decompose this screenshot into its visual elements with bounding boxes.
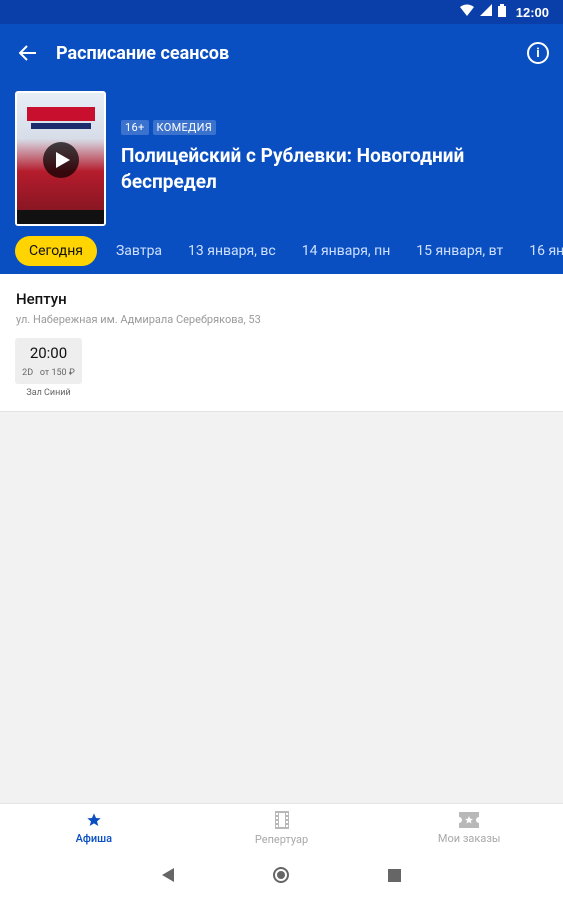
cinema-card: Нептун ул. Набережная им. Адмирала Сереб… [0, 274, 563, 412]
info-icon: i [536, 45, 540, 61]
triangle-back-icon [162, 868, 174, 882]
star-icon [87, 813, 101, 826]
info-button[interactable]: i [527, 42, 549, 64]
bottom-navigation: Афиша Репертуар Мои заказы [0, 803, 563, 853]
square-recents-icon [388, 869, 401, 882]
nav-label-orders: Мои заказы [437, 832, 501, 845]
home-circle-icon [273, 866, 289, 883]
system-recents-button[interactable] [388, 867, 401, 886]
status-time: 12:00 [515, 4, 549, 20]
movie-poster[interactable] [15, 91, 106, 226]
nav-item-repertoire[interactable]: Репертуар [188, 804, 376, 853]
system-navigation-bar [0, 853, 563, 900]
date-tab-jan-14[interactable]: 14 января, пн [289, 236, 404, 266]
play-icon [55, 152, 70, 168]
age-rating-badge: 16+ [121, 120, 149, 135]
schedule-header: Расписание сеансов i 16+ КОМЕДИЯ Полицей… [0, 24, 563, 274]
cinema-address: ул. Набережная им. Адмирала Серебрякова,… [16, 313, 261, 326]
signal-icon [479, 4, 492, 20]
cinema-name[interactable]: Нептун [16, 290, 67, 308]
genre-badge: КОМЕДИЯ [152, 120, 217, 135]
film-icon [274, 811, 289, 829]
session-button[interactable]: 20:00 2D от 150 ₽ [15, 338, 82, 384]
date-tabs: Сегодня Завтра 13 января, вс 14 января, … [15, 236, 563, 266]
movie-title: Полицейский с Рублевки: Новогодний беспр… [121, 144, 465, 193]
nav-label-repertoire: Репертуар [254, 833, 309, 846]
ticket-icon [459, 812, 480, 828]
date-tab-jan-13[interactable]: 13 января, вс [175, 236, 289, 266]
page-title: Расписание сеансов [56, 42, 230, 64]
movie-tags: 16+ КОМЕДИЯ [121, 120, 548, 135]
poster-bottom-strip [17, 210, 104, 224]
session-hall: Зал Синий [26, 388, 71, 398]
back-button[interactable] [14, 39, 42, 67]
status-bar: 12:00 [0, 0, 563, 24]
date-tab-tomorrow[interactable]: Завтра [103, 236, 175, 266]
system-home-button[interactable] [272, 866, 290, 888]
poster-subtitle-art [31, 123, 91, 129]
battery-icon [497, 3, 506, 21]
system-back-button[interactable] [162, 867, 174, 886]
nav-label-afisha: Афиша [75, 832, 113, 845]
movie-summary: 16+ КОМЕДИЯ Полицейский с Рублевки: Ново… [15, 91, 548, 227]
session-format: 2D [22, 368, 34, 378]
date-tab-jan-16[interactable]: 16 янва [516, 236, 563, 266]
session-price: от 150 ₽ [39, 368, 75, 378]
nav-item-afisha[interactable]: Афиша [0, 804, 188, 853]
poster-title-art [27, 107, 95, 121]
arrow-back-icon [19, 45, 36, 61]
app-bar: Расписание сеансов i [0, 24, 563, 82]
wifi-icon [459, 4, 474, 20]
movie-meta: 16+ КОМЕДИЯ Полицейский с Рублевки: Ново… [121, 120, 548, 195]
session-time: 20:00 [29, 344, 68, 362]
play-trailer-button[interactable] [43, 142, 79, 178]
nav-item-orders[interactable]: Мои заказы [375, 804, 563, 853]
date-tab-today[interactable]: Сегодня [15, 236, 97, 266]
session-format-price: 2D от 150 ₽ [15, 368, 82, 378]
date-tab-jan-15[interactable]: 15 января, вт [403, 236, 516, 266]
